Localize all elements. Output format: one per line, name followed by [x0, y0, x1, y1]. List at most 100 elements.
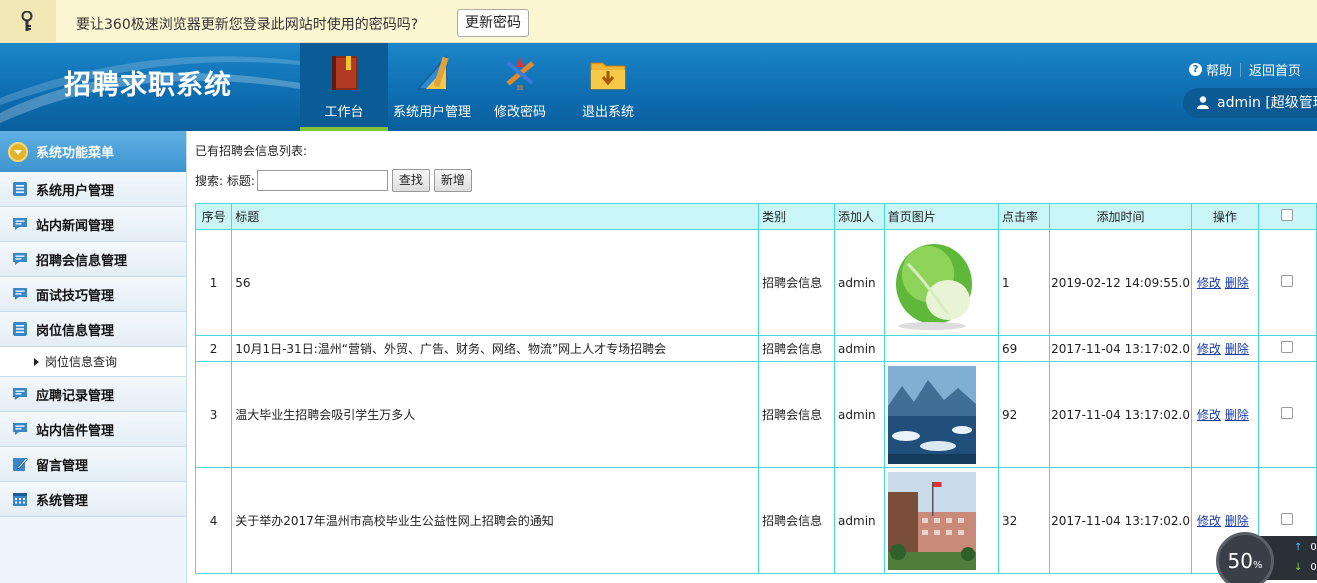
cell-no: 4: [194, 467, 233, 574]
cell-time: 2017-11-04 13:17:02.0: [1048, 361, 1193, 468]
sidebar-item-label: 站内新闻管理: [36, 218, 115, 234]
row-checkbox[interactable]: [1281, 407, 1294, 419]
nav-workbench-label: 工作台: [324, 105, 364, 120]
cell-clicks: 69: [997, 335, 1050, 362]
nav-logout[interactable]: 退出系统: [564, 43, 652, 131]
sidebar-item-messages[interactable]: 站内信件管理: [0, 412, 186, 447]
table-header-row: 序号 标题 类别 添加人 首页图片 点击率 添加时间 操作: [194, 203, 1317, 230]
cell-title: 关于举办2017年温州市高校毕业生公益性网上招聘会的通知: [231, 467, 760, 574]
cell-category: 招聘会信息: [758, 467, 836, 574]
sidebar-subitem-position-query[interactable]: 岗位信息查询: [0, 347, 186, 377]
col-title: 标题: [231, 203, 760, 230]
speed-percent: 50: [1227, 549, 1253, 573]
sidebar-item-positions[interactable]: 岗位信息管理: [0, 312, 186, 347]
cell-no: 3: [194, 361, 233, 468]
cell-image: [883, 467, 999, 574]
cell-time: 2017-11-04 13:17:02.0: [1048, 467, 1193, 574]
cell-title: 56: [231, 229, 760, 336]
list-icon: [13, 322, 27, 336]
cell-select: [1257, 361, 1317, 468]
comment-icon: [13, 423, 27, 435]
search-button[interactable]: 查找: [391, 169, 430, 192]
sidebar-subitem-label: 岗位信息查询: [45, 355, 118, 369]
cabbage-image: [887, 233, 976, 332]
col-category: 类别: [758, 203, 836, 230]
speed-gauge: 50%: [1216, 532, 1274, 583]
list-icon: [13, 182, 27, 196]
winter-lake-image: [887, 365, 976, 464]
cell-clicks: 32: [997, 467, 1050, 574]
row-checkbox[interactable]: [1281, 341, 1294, 353]
sidebar-item-label: 留言管理: [36, 458, 89, 474]
sidebar-item-interview-tips[interactable]: 面试技巧管理: [0, 277, 186, 312]
cell-clicks: 1: [997, 229, 1050, 336]
sidebar-header[interactable]: 系统功能菜单: [0, 131, 186, 172]
edit-link[interactable]: 修改: [1197, 408, 1221, 422]
search-label: 搜索: 标题:: [195, 174, 255, 188]
cell-select: [1257, 335, 1317, 362]
comment-icon: [13, 388, 27, 400]
main-content: 已有招聘会信息列表: 搜索: 标题: 查找 新增 序号 标题 类别 添加人 首页…: [188, 131, 1317, 583]
nav-logout-label: 退出系统: [581, 105, 634, 120]
sidebar: 系统功能菜单 系统用户管理 站内新闻管理 招聘会信息管理 面试技巧管理 岗位信息…: [0, 131, 187, 583]
folder-exit-icon: [590, 62, 626, 90]
header-links: ? 帮助 返回首页: [1188, 60, 1301, 79]
search-bar: 搜索: 标题: 查找 新增: [195, 169, 476, 192]
campus-building-image: [887, 471, 976, 570]
sidebar-item-news[interactable]: 站内新闻管理: [0, 207, 186, 242]
list-caption: 已有招聘会信息列表:: [195, 144, 308, 158]
help-icon: ?: [1188, 63, 1202, 76]
app-logo: 招聘求职系统: [64, 70, 232, 101]
app-header: 招聘求职系统 工作台 系统用户管理 修改密码 退出系统 ? 帮助 返回首页 ad…: [0, 43, 1317, 131]
table-row: 1 56 招聘会信息 admin 1 2019-02-12 14:09:55.0…: [194, 229, 1317, 336]
row-checkbox[interactable]: [1281, 275, 1294, 287]
nav-change-password[interactable]: 修改密码: [476, 43, 564, 131]
current-user-name: admin [超级管理: [1217, 95, 1317, 111]
edit-link[interactable]: 修改: [1197, 342, 1221, 356]
chevron-down-icon: [8, 141, 28, 162]
sidebar-item-guestbook[interactable]: 留言管理: [0, 447, 186, 482]
comment-icon: [13, 218, 27, 230]
sidebar-item-system-users[interactable]: 系统用户管理: [0, 172, 186, 207]
search-title-input[interactable]: [256, 170, 388, 191]
cell-title: 10月1日-31日:温州“营销、外贸、广告、财务、网络、物流”网上人才专场招聘会: [231, 335, 760, 362]
home-link[interactable]: 返回首页: [1249, 60, 1301, 79]
network-speed-widget[interactable]: 50% 0K 0.2K: [1216, 532, 1317, 583]
add-button[interactable]: 新增: [433, 169, 472, 192]
cell-actions: 修改 删除: [1191, 361, 1259, 468]
edit-link[interactable]: 修改: [1197, 514, 1221, 528]
update-password-button[interactable]: 更新密码: [457, 9, 529, 37]
sidebar-item-job-fair[interactable]: 招聘会信息管理: [0, 242, 186, 277]
tools-icon: [506, 57, 535, 90]
edit-link[interactable]: 修改: [1197, 276, 1221, 290]
sidebar-item-label: 站内信件管理: [36, 423, 115, 439]
delete-link[interactable]: 删除: [1225, 514, 1249, 528]
cell-no: 2: [194, 335, 233, 362]
help-link[interactable]: 帮助: [1206, 60, 1232, 79]
current-user-badge: admin [超级管理: [1183, 88, 1317, 118]
nav-system-users[interactable]: 系统用户管理: [388, 43, 476, 131]
delete-link[interactable]: 删除: [1225, 342, 1249, 356]
job-fair-table: 序号 标题 类别 添加人 首页图片 点击率 添加时间 操作 1 56 招聘会信息…: [194, 203, 1317, 574]
delete-link[interactable]: 删除: [1225, 408, 1249, 422]
calendar-icon: [13, 493, 27, 506]
speed-percent-unit: %: [1252, 560, 1263, 571]
sidebar-item-applications[interactable]: 应聘记录管理: [0, 377, 186, 412]
nav-system-users-label: 系统用户管理: [392, 105, 471, 120]
delete-link[interactable]: 删除: [1225, 276, 1249, 290]
nav-workbench[interactable]: 工作台: [300, 43, 388, 131]
select-all-checkbox[interactable]: [1281, 209, 1294, 221]
row-checkbox[interactable]: [1281, 513, 1294, 525]
ruler-icon: [416, 55, 449, 90]
cell-category: 招聘会信息: [758, 361, 836, 468]
cell-category: 招聘会信息: [758, 229, 836, 336]
comment-icon: [13, 253, 27, 265]
user-icon: [1197, 96, 1209, 109]
sidebar-title: 系统功能菜单: [36, 146, 115, 161]
cell-author: admin: [834, 467, 885, 574]
password-save-bar: 要让360极速浏览器更新您登录此网站时使用的密码吗? 更新密码: [0, 0, 1317, 43]
table-row: 4 关于举办2017年温州市高校毕业生公益性网上招聘会的通知 招聘会信息 adm…: [194, 467, 1317, 574]
cell-time: 2017-11-04 13:17:02.0: [1048, 335, 1193, 362]
cell-image: [883, 361, 999, 468]
sidebar-item-system-settings[interactable]: 系统管理: [0, 482, 186, 517]
